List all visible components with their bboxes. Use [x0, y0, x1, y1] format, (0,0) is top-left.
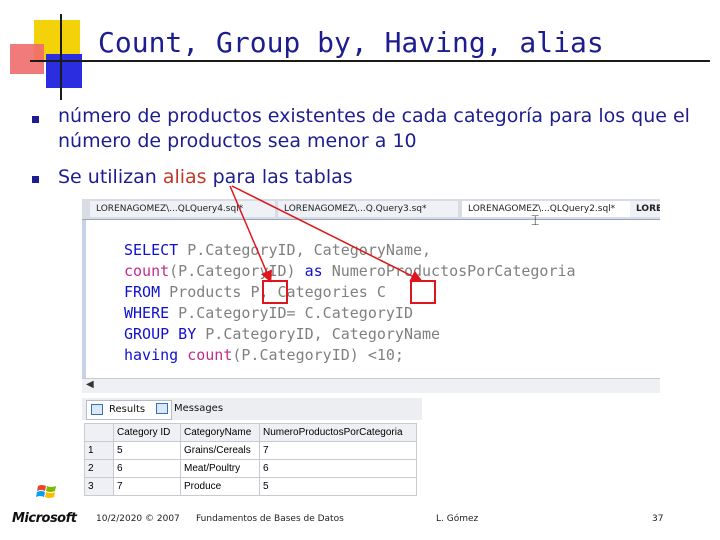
bullet-text-2-prefix: Se utilizan: [58, 166, 163, 188]
bullet-marker: [32, 176, 39, 183]
page-number: 37: [652, 514, 664, 524]
kw-where: WHERE: [124, 304, 170, 322]
col-header-category-name[interactable]: CategoryName: [180, 423, 260, 442]
editor-tab-bar: LORENAGOMEZ\...QLQuery4.sql* LORENAGOMEZ…: [82, 199, 660, 220]
cell-count[interactable]: 5: [259, 477, 417, 496]
tab-query3-label: LORENAGOMEZ\...Q.Query3.sq*: [284, 204, 427, 214]
alias-word: alias: [162, 166, 207, 188]
fn-count-having: count: [178, 346, 233, 364]
tab-lore[interactable]: LORE: [630, 201, 660, 217]
tab-query3[interactable]: LORENAGOMEZ\...Q.Query3.sq*: [278, 201, 458, 217]
code-line-4: WHERE P.CategoryID= C.CategoryID: [124, 303, 413, 323]
tab-query4-label: LORENAGOMEZ\...QLQuery4.sql*: [96, 204, 244, 214]
footer-author: L. Gómez: [436, 514, 479, 524]
messages-icon: [156, 403, 168, 414]
row-number: 1: [84, 441, 114, 460]
editor-scrollbar[interactable]: ◀: [82, 378, 660, 393]
tab-lore-label: LORE: [636, 204, 660, 214]
results-tab-bar: Results Messages: [82, 398, 422, 420]
tab-query2[interactable]: LORENAGOMEZ\...QLQuery2.sql*: [462, 201, 630, 217]
tab-query2-label: LORENAGOMEZ\...QLQuery2.sql*: [468, 204, 616, 214]
row-number: 3: [84, 477, 114, 496]
tab-query4[interactable]: LORENAGOMEZ\...QLQuery4.sql*: [90, 201, 275, 217]
row-number-header: [84, 423, 114, 442]
alias-c-highlight: [410, 280, 436, 304]
table-row[interactable]: 2 6 Meat/Poultry 6: [84, 459, 417, 478]
cell-category-name[interactable]: Meat/Poultry: [180, 459, 260, 478]
col-header-category-id[interactable]: Category ID: [113, 423, 181, 442]
code-line-6: having count(P.CategoryID) <10;: [124, 345, 404, 365]
code-line-2: count(P.CategoryID) as NumeroProductosPo…: [124, 261, 576, 281]
kw-select: SELECT: [124, 241, 179, 259]
scroll-left-icon[interactable]: ◀: [86, 379, 94, 390]
code-line-6-cond: <10;: [367, 346, 404, 364]
col-header-count[interactable]: NumeroProductosPorCategoria: [259, 423, 417, 442]
footer-date: 10/2/2020 © 2007: [96, 514, 180, 524]
code-line-2-args: (P.CategoryID): [169, 262, 305, 280]
cell-category-name[interactable]: Produce: [180, 477, 260, 496]
bullet-text-2-suffix: para las tablas: [206, 166, 353, 188]
footer-course: Fundamentos de Bases de Datos: [196, 514, 344, 524]
code-line-6-args: (P.CategoryID): [232, 346, 368, 364]
decor-vertical-line: [60, 14, 62, 100]
sql-editor[interactable]: SELECT P.CategoryID, CategoryName, count…: [82, 220, 660, 378]
row-number: 2: [84, 459, 114, 478]
alias-p-highlight: [262, 280, 288, 304]
code-line-3: FROM Products P, Categories C: [124, 282, 386, 302]
cell-count[interactable]: 7: [259, 441, 417, 460]
bullet-marker: [32, 116, 39, 123]
slide-title: Count, Group by, Having, alias: [98, 26, 604, 59]
tab-messages[interactable]: Messages: [152, 400, 248, 418]
kw-as: as: [304, 262, 323, 280]
cell-category-name[interactable]: Grains/Cereals: [180, 441, 260, 460]
cell-category-id[interactable]: 6: [113, 459, 181, 478]
microsoft-logo: Microsoft: [12, 511, 77, 526]
title-underline: [30, 60, 710, 62]
cell-category-id[interactable]: 7: [113, 477, 181, 496]
fn-count: count: [124, 262, 170, 280]
code-line-3-a: Products: [160, 283, 251, 301]
code-line-5: GROUP BY P.CategoryID, CategoryName: [124, 324, 440, 344]
kw-group-by: GROUP BY: [124, 325, 197, 343]
kw-having: having: [124, 346, 179, 364]
code-line-2-alias: NumeroProductosPorCategoria: [322, 262, 576, 280]
tab-results-label: Results: [109, 404, 146, 415]
alias-c: C: [376, 283, 386, 301]
decor-red-square: [10, 44, 44, 74]
table-row[interactable]: 1 5 Grains/Cereals 7: [84, 441, 417, 460]
code-line-1-rest: P.CategoryID, CategoryName,: [178, 241, 432, 259]
kw-from: FROM: [124, 283, 161, 301]
results-grid: Category ID CategoryName NumeroProductos…: [84, 423, 417, 496]
windows-flag-icon: [36, 485, 56, 498]
cell-category-id[interactable]: 5: [113, 441, 181, 460]
code-line-1: SELECT P.CategoryID, CategoryName,: [124, 240, 431, 260]
bullet-text-2: Se utilizan alias para las tablas: [58, 165, 353, 190]
text-cursor-icon: ⌶: [531, 213, 540, 229]
tab-messages-label: Messages: [174, 403, 224, 414]
code-line-4-rest: P.CategoryID= C.CategoryID: [169, 304, 413, 322]
bullet-text-1: número de productos existentes de cada c…: [58, 105, 690, 152]
cell-count[interactable]: 6: [259, 459, 417, 478]
grid-icon: [91, 404, 103, 415]
table-row[interactable]: 3 7 Produce 5: [84, 477, 417, 496]
code-line-5-rest: P.CategoryID, CategoryName: [196, 325, 441, 343]
